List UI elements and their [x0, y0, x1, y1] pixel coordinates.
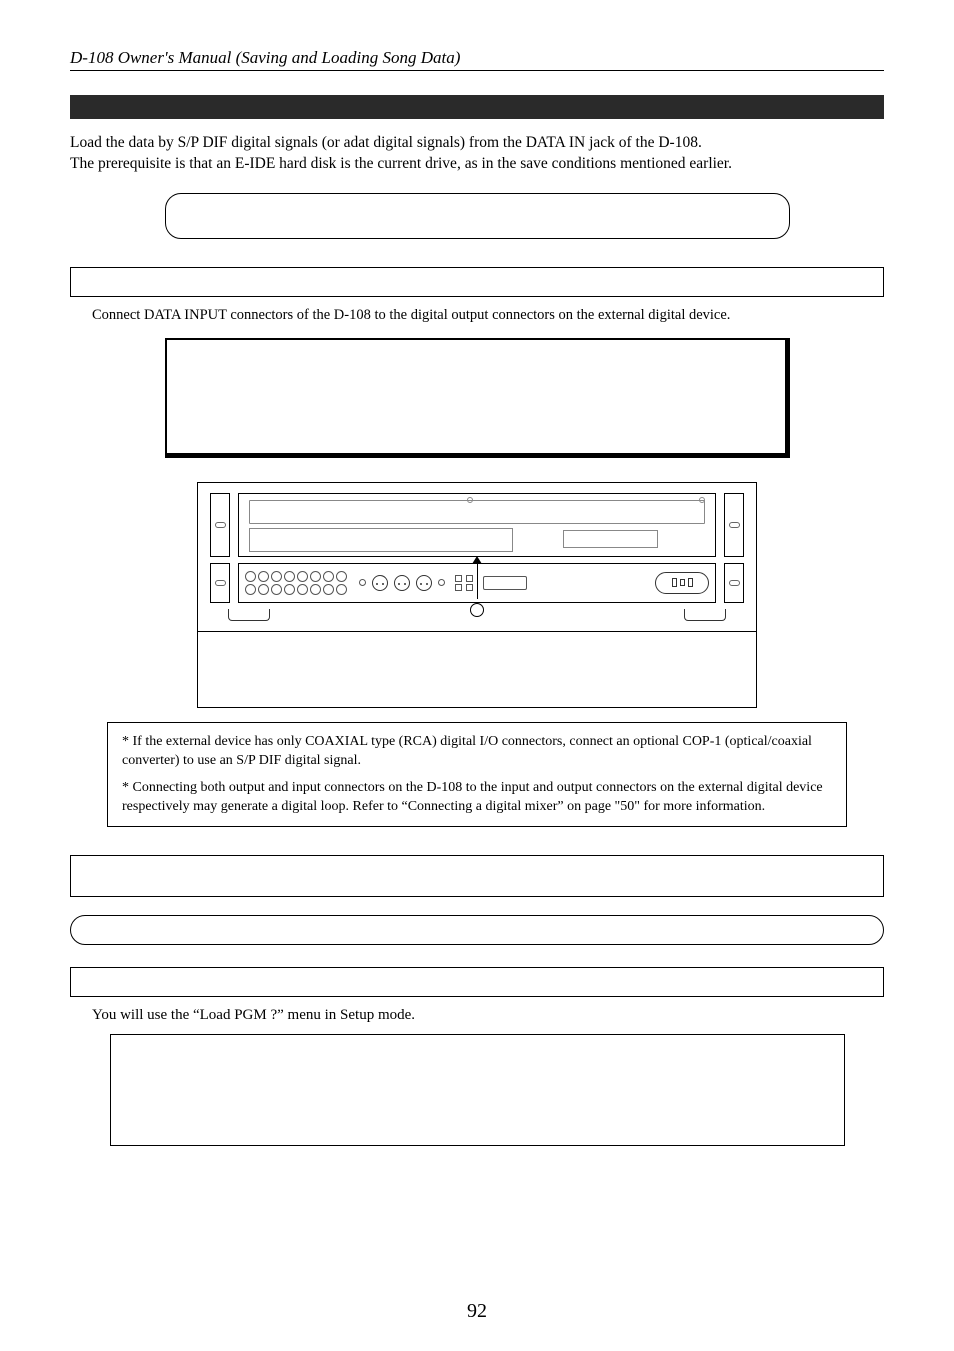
- intro-line-2: The prerequisite is that an E-IDE hard d…: [70, 155, 732, 172]
- note-coaxial: * If the external device has only COAXIA…: [122, 733, 832, 771]
- optical-io: [455, 575, 473, 591]
- scsi-connector: [483, 576, 527, 590]
- note-digital-loop: * Connecting both output and input conne…: [122, 779, 832, 817]
- rack-upper-unit: [238, 493, 716, 557]
- caution-note-box: * If the external device has only COAXIA…: [107, 722, 847, 828]
- power-inlet: [655, 572, 709, 594]
- rack-ear-left-top: [210, 493, 230, 557]
- setup-menu-note: You will use the “Load PGM ?” menu in Se…: [92, 1007, 884, 1024]
- rack-ear-left-bottom: [210, 563, 230, 603]
- rack-ear-right-bottom: [724, 563, 744, 603]
- connect-instruction: Connect DATA INPUT connectors of the D-1…: [92, 307, 884, 324]
- header-title: D-108 Owner's Manual (Saving and Loading…: [70, 48, 884, 71]
- page-number: 92: [0, 1300, 954, 1323]
- step-bar-1: [70, 267, 884, 297]
- highlight-box-1: [165, 338, 790, 458]
- intro-paragraph: Load the data by S/P DIF digital signals…: [70, 133, 884, 175]
- midi-jacks: [359, 575, 445, 591]
- step-bar-3: [70, 967, 884, 997]
- rack-feet: [210, 609, 744, 621]
- step-bar-2: [70, 855, 884, 897]
- audio-jacks-group: [245, 571, 347, 595]
- bottom-info-box: [110, 1034, 845, 1146]
- note-box-rounded-1: [165, 193, 790, 239]
- intro-line-1: Load the data by S/P DIF digital signals…: [70, 134, 702, 151]
- data-in-arrow: [472, 556, 482, 599]
- note-box-rounded-2: [70, 915, 884, 945]
- section-title-bar: [70, 95, 884, 119]
- rack-ear-right-top: [724, 493, 744, 557]
- rear-panel-diagram: [197, 482, 757, 708]
